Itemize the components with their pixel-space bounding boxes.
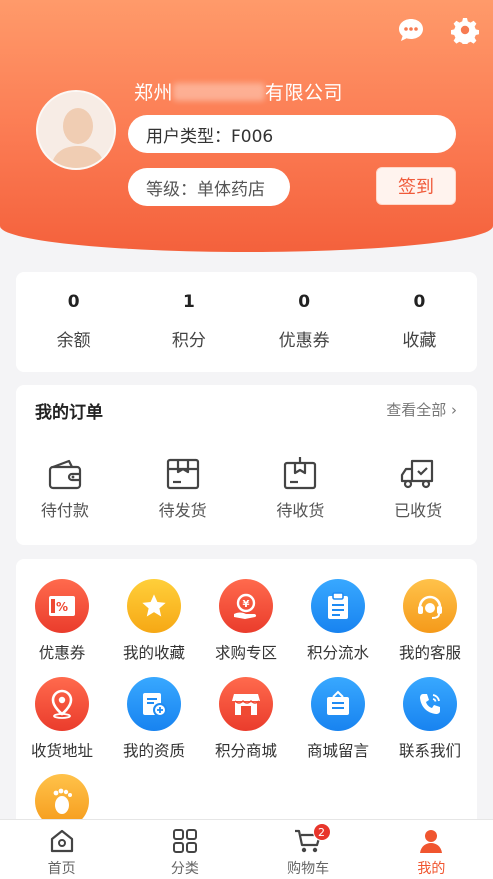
location-icon bbox=[35, 677, 89, 731]
svg-text:%: % bbox=[56, 600, 68, 614]
stat-label: 余额 bbox=[56, 331, 91, 351]
order-label: 待收货 bbox=[276, 501, 325, 520]
service-points-mall[interactable]: 积分商城 bbox=[200, 677, 292, 761]
stat-balance[interactable]: 0 余额 bbox=[16, 272, 131, 372]
my-orders-card: 我的订单 查看全部 › 待付款 待发货 待收货 已收货 bbox=[16, 385, 477, 545]
service-label: 积分商城 bbox=[214, 742, 277, 760]
level-pill: 等级：单体药店 bbox=[128, 168, 290, 206]
service-label: 积分流水 bbox=[306, 644, 369, 662]
avatar[interactable] bbox=[36, 90, 116, 170]
tab-profile[interactable]: 我的 bbox=[370, 820, 493, 879]
order-pending-shipment[interactable]: 待发货 bbox=[124, 457, 242, 521]
order-pending-receipt[interactable]: 待收货 bbox=[242, 457, 360, 521]
tab-home[interactable]: 首页 bbox=[0, 820, 123, 879]
service-coupons[interactable]: % 优惠券 bbox=[16, 579, 108, 663]
order-label: 待付款 bbox=[40, 501, 89, 520]
stat-favorites[interactable]: 0 收藏 bbox=[362, 272, 477, 372]
service-customer-support[interactable]: 我的客服 bbox=[384, 579, 476, 663]
view-all-orders-link[interactable]: 查看全部 › bbox=[386, 399, 457, 420]
tab-label: 分类 bbox=[170, 861, 199, 877]
service-contact-us[interactable]: 联系我们 bbox=[384, 677, 476, 761]
service-favorites[interactable]: 我的收藏 bbox=[108, 579, 200, 663]
wallet-icon bbox=[48, 459, 81, 490]
phone-icon bbox=[403, 677, 457, 731]
service-label: 优惠券 bbox=[38, 644, 86, 662]
order-label: 待发货 bbox=[158, 501, 207, 520]
order-received[interactable]: 已收货 bbox=[359, 457, 477, 521]
signin-button[interactable]: 签到 bbox=[376, 167, 456, 205]
service-points-history[interactable]: 积分流水 bbox=[292, 579, 384, 663]
profile-icon bbox=[420, 830, 443, 853]
service-shipping-address[interactable]: 收货地址 bbox=[16, 677, 108, 761]
order-pending-payment[interactable]: 待付款 bbox=[6, 457, 124, 521]
redacted-text bbox=[173, 83, 266, 101]
user-type-pill: 用户类型：F006 bbox=[128, 115, 456, 153]
stat-label: 收藏 bbox=[402, 331, 437, 351]
chevron-right-icon: › bbox=[451, 401, 457, 419]
tab-label: 首页 bbox=[47, 861, 76, 877]
chat-icon[interactable] bbox=[396, 15, 426, 45]
orders-title: 我的订单 bbox=[35, 403, 103, 423]
tab-cart[interactable]: 2 购物车 bbox=[247, 820, 370, 879]
bottom-tab-bar: 首页 分类 2 购物车 我的 bbox=[0, 819, 493, 879]
tab-category[interactable]: 分类 bbox=[123, 820, 246, 879]
stat-label: 积分 bbox=[171, 331, 206, 351]
cart-badge: 2 bbox=[312, 823, 331, 841]
category-icon bbox=[172, 829, 197, 853]
stat-points[interactable]: 1 积分 bbox=[131, 272, 246, 372]
box-icon bbox=[166, 458, 199, 490]
view-all-label: 查看全部 bbox=[386, 401, 447, 419]
stat-value: 0 bbox=[67, 292, 80, 312]
purchase-icon: ¥ bbox=[219, 579, 273, 633]
package-receive-icon bbox=[284, 457, 317, 490]
clipboard-icon bbox=[311, 579, 365, 633]
svg-text:¥: ¥ bbox=[243, 599, 250, 610]
coupon-icon: % bbox=[35, 579, 89, 633]
truck-icon bbox=[401, 459, 434, 489]
service-label: 我的资质 bbox=[122, 742, 185, 760]
service-qualifications[interactable]: 我的资质 bbox=[108, 677, 200, 761]
message-board-icon bbox=[311, 677, 365, 731]
service-label: 联系我们 bbox=[398, 742, 461, 760]
service-label: 我的收藏 bbox=[122, 644, 185, 662]
service-purchase-request[interactable]: ¥ 求购专区 bbox=[200, 579, 292, 663]
order-label: 已收货 bbox=[394, 501, 443, 520]
service-label: 我的客服 bbox=[398, 644, 461, 662]
star-icon bbox=[127, 579, 181, 633]
certificate-icon bbox=[127, 677, 181, 731]
settings-icon[interactable] bbox=[450, 15, 480, 45]
stat-value: 0 bbox=[413, 292, 426, 312]
home-icon bbox=[50, 829, 73, 853]
account-stats-card: 0 余额 1 积分 0 优惠券 0 收藏 bbox=[16, 272, 477, 372]
profile-header: 郑州 有限公司 用户类型：F006 等级：单体药店 签到 bbox=[0, 0, 493, 252]
stat-value: 1 bbox=[182, 292, 195, 312]
service-label: 商城留言 bbox=[306, 742, 369, 760]
stat-coupons[interactable]: 0 优惠券 bbox=[247, 272, 362, 372]
service-label: 收货地址 bbox=[30, 742, 93, 760]
store-icon bbox=[219, 677, 273, 731]
tab-label: 购物车 bbox=[287, 861, 330, 877]
headset-icon bbox=[403, 579, 457, 633]
service-label: 求购专区 bbox=[214, 644, 277, 662]
services-grid-card: % 优惠券 我的收藏 ¥ 求购专区 积分流水 我的客服 收货地址 我的资质 积分… bbox=[16, 559, 477, 829]
tab-label: 我的 bbox=[417, 861, 446, 877]
company-name: 郑州 有限公司 bbox=[134, 82, 344, 104]
stat-label: 优惠券 bbox=[278, 331, 330, 351]
service-mall-messages[interactable]: 商城留言 bbox=[292, 677, 384, 761]
stat-value: 0 bbox=[298, 292, 311, 312]
